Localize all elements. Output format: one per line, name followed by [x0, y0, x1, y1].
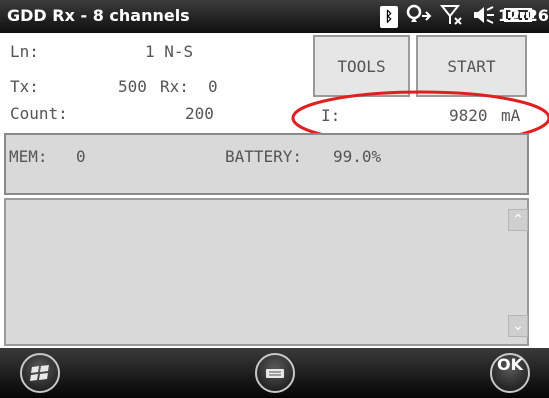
ln-value: 1 N-S	[145, 42, 194, 61]
log-list[interactable]	[4, 198, 529, 346]
mem-label: MEM:	[9, 147, 48, 166]
signal-off-icon[interactable]	[439, 4, 464, 30]
scroll-up-icon[interactable]: ⌃	[508, 209, 528, 231]
network-icon[interactable]	[406, 4, 432, 30]
count-label: Count:	[10, 104, 68, 123]
battery-value: 99.0%	[333, 147, 382, 166]
title-bar: GDD Rx - 8 channels ᛒ 12:26	[0, 0, 549, 33]
app-title: GDD Rx - 8 channels	[7, 6, 190, 25]
bluetooth-icon[interactable]: ᛒ	[380, 5, 398, 28]
count-value: 200	[185, 104, 214, 123]
rx-value: 0	[208, 77, 218, 96]
status-panel: MEM: 0 BATTERY: 99.0%	[4, 133, 529, 195]
keyboard-icon[interactable]	[255, 353, 295, 393]
battery-label: BATTERY:	[225, 147, 303, 166]
tx-label: Tx:	[10, 77, 39, 96]
ln-label: Ln:	[10, 42, 39, 61]
rx-label: Rx:	[160, 77, 189, 96]
mem-value: 0	[76, 147, 86, 166]
clock[interactable]: 12:26	[498, 6, 549, 25]
scroll-down-icon[interactable]: ⌄	[508, 315, 528, 337]
tx-value: 500	[118, 77, 147, 96]
windows-start-icon[interactable]	[20, 353, 60, 393]
bottom-bar: OK	[0, 348, 549, 398]
volume-icon[interactable]	[472, 4, 496, 30]
ok-button[interactable]: OK	[490, 353, 530, 393]
